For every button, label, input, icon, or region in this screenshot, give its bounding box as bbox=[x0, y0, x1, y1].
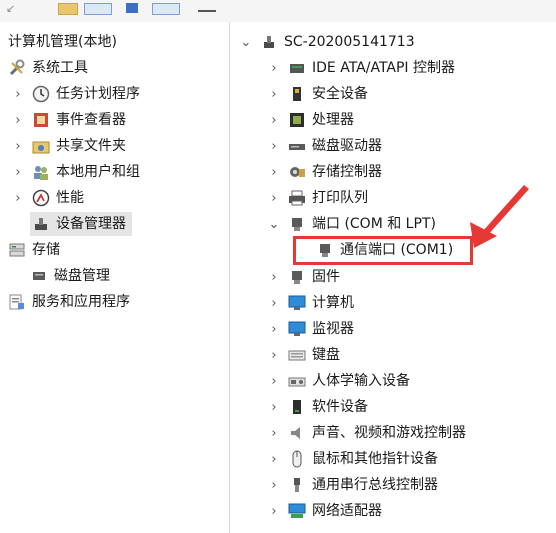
annotation-arrow bbox=[470, 185, 529, 248]
